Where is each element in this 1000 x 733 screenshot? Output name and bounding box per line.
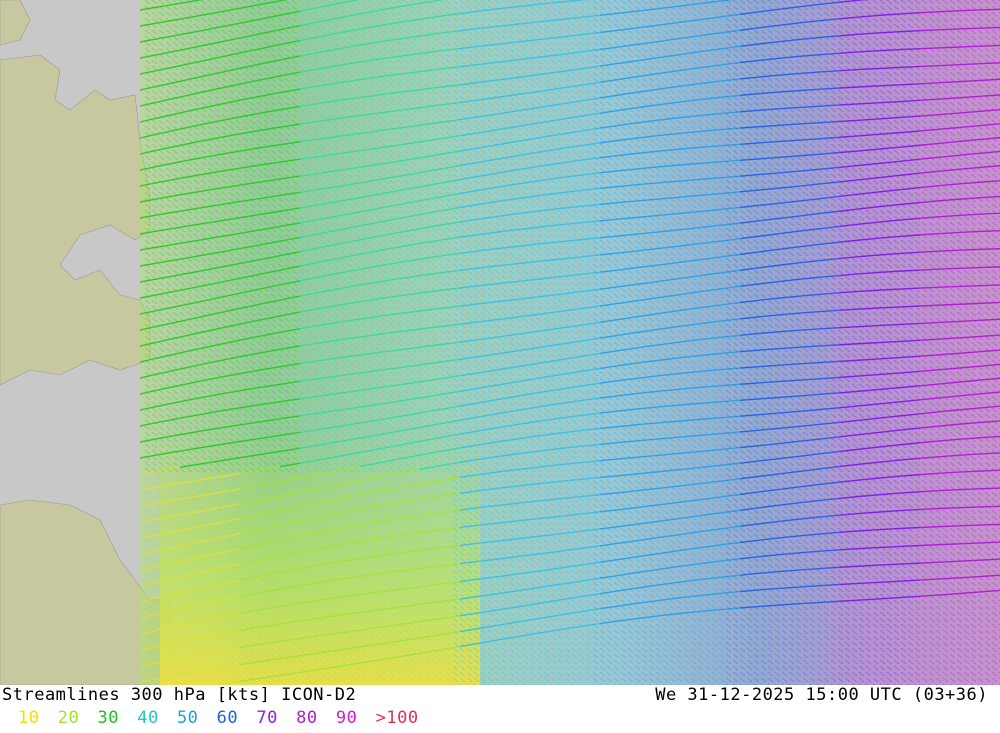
streamline-segment <box>939 28 961 31</box>
streamline-segment <box>919 507 941 511</box>
streamline-segment <box>899 526 921 530</box>
streamline-segment <box>939 560 961 563</box>
streamline-segment <box>939 63 961 67</box>
streamline-segment <box>959 45 981 48</box>
streamline-segment <box>959 524 981 527</box>
streamline-segment <box>899 287 921 290</box>
streamline-segment <box>959 9 981 12</box>
streamline-segment <box>919 286 941 289</box>
streamline-segment <box>899 562 921 565</box>
streamline-segment <box>959 27 981 30</box>
streamline-segment <box>939 10 961 13</box>
streamline-segment <box>979 229 1000 233</box>
streamline-segment <box>919 561 941 564</box>
streamline-segment <box>919 304 941 307</box>
streamline-segment <box>939 267 961 270</box>
streamline-segment <box>939 303 961 306</box>
streamline-segment <box>939 543 961 546</box>
streamline-segment <box>979 487 1000 490</box>
streamline-segment <box>979 266 1000 269</box>
streamline-segment <box>959 302 981 305</box>
streamline-segment <box>959 488 981 491</box>
streamline-segment <box>959 284 981 288</box>
streamline-map <box>0 0 1000 685</box>
streamline-segment <box>979 301 1000 305</box>
streamline-segment <box>879 563 901 566</box>
streamline-segment <box>919 268 941 271</box>
streamline-segment <box>899 322 921 326</box>
streamline-segment <box>939 285 961 288</box>
streamline-segment <box>939 525 961 528</box>
streamline-segment <box>979 541 1000 544</box>
streamline-segment <box>959 248 981 251</box>
streamline-segment <box>959 63 981 66</box>
streamline-segment <box>899 305 921 308</box>
streamline-segment <box>979 505 1000 508</box>
streamline-segment <box>979 469 1000 472</box>
streamline-segment <box>979 247 1000 251</box>
streamline-segment <box>959 266 981 269</box>
streamline-segment <box>959 506 981 509</box>
streamline-segment <box>899 544 921 548</box>
streamline-segment <box>939 46 961 49</box>
streamline-segment <box>959 230 981 234</box>
streamline-segment <box>959 542 981 545</box>
streamline-segment <box>919 525 941 529</box>
streamline-segment <box>919 543 941 547</box>
streamline-segment <box>979 523 1000 526</box>
streamline-segment <box>939 488 961 492</box>
streamline-segment <box>939 506 961 510</box>
streamline-segment <box>939 249 961 252</box>
streamline-segment <box>879 306 901 309</box>
